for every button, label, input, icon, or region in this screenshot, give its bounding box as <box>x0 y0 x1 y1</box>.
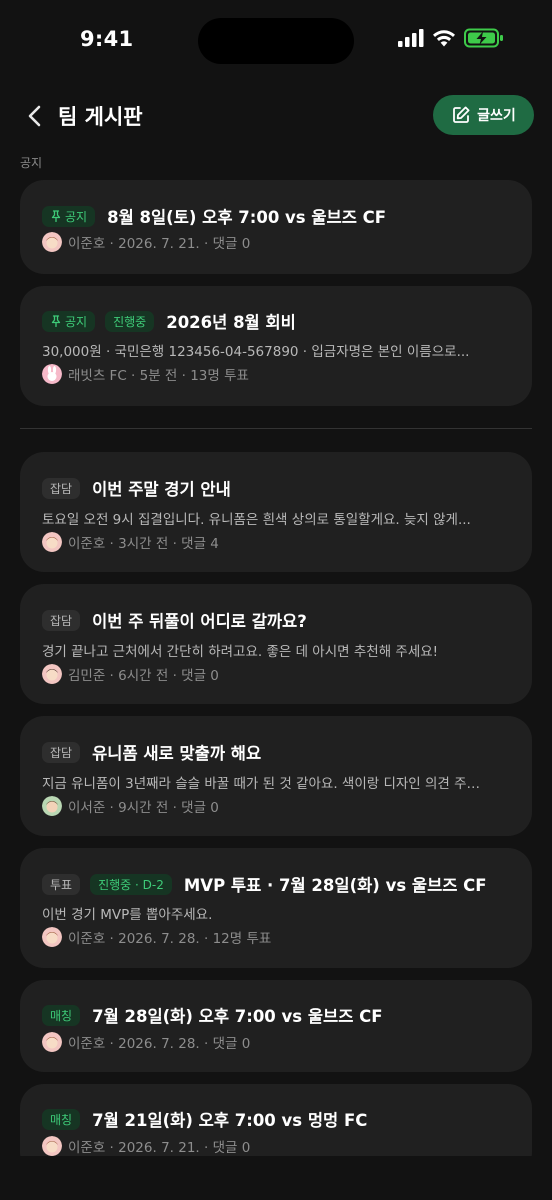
status-badge: 진행중 <box>105 310 155 332</box>
card-snippet: 30,000원 · 국민은행 123456-04-567890 · 입금자명은 … <box>42 344 470 360</box>
signal-icon <box>398 29 424 47</box>
post-card[interactable]: 투표 진행중 · D-2 MVP 투표 · 7월 28일(화) vs 울브즈 C… <box>20 848 532 968</box>
pin-icon <box>51 315 61 327</box>
notice-section-label: 공지 <box>20 156 43 170</box>
avatar-icon <box>42 796 62 816</box>
category-badge: 잡담 <box>42 609 81 631</box>
avatar-icon <box>42 1032 62 1052</box>
category-badge: 매칭 <box>42 1108 81 1130</box>
header: 팀 게시판 글쓰기 <box>0 90 552 142</box>
write-button-label: 글쓰기 <box>477 108 516 124</box>
card-title-row: 잡담 이번 주 뒤풀이 어디로 갈까요? <box>42 608 307 632</box>
section-divider <box>20 428 532 429</box>
notice-card[interactable]: 공지 진행중 2026년 8월 회비 30,000원 · 국민은행 123456… <box>20 286 532 406</box>
notice-card[interactable]: 공지 8월 8일(토) 오후 7:00 vs 울브즈 CF 이준호 · 2026… <box>20 180 532 274</box>
pin-icon <box>51 210 61 222</box>
card-snippet: 토요일 오전 9시 집결입니다. 유니폼은 흰색 상의로 통일할게요. 늦지 않… <box>42 512 471 528</box>
status-icons <box>398 28 504 48</box>
card-title-row: 공지 진행중 2026년 8월 회비 <box>42 309 296 333</box>
card-title-row: 매칭 7월 28일(화) 오후 7:00 vs 울브즈 CF <box>42 1003 383 1027</box>
card-snippet: 이번 경기 MVP를 뽑아주세요. <box>42 907 213 923</box>
category-badge: 잡담 <box>42 477 81 499</box>
back-button[interactable] <box>24 102 48 130</box>
post-card[interactable]: 매칭 7월 28일(화) 오후 7:00 vs 울브즈 CF 이준호 · 202… <box>20 980 532 1072</box>
card-snippet: 경기 끝나고 근처에서 간단히 하려고요. 좋은 데 아시면 추천해 주세요! <box>42 644 439 660</box>
card-title-row: 매칭 7월 21일(화) 오후 7:00 vs 멍멍 FC <box>42 1107 367 1131</box>
card-title-row: 공지 8월 8일(토) 오후 7:00 vs 울브즈 CF <box>42 204 386 228</box>
card-title: 7월 28일(화) 오후 7:00 vs 울브즈 CF <box>92 1007 383 1026</box>
notice-badge: 공지 <box>42 310 96 332</box>
category-badge: 매칭 <box>42 1004 81 1026</box>
card-title: 유니폼 새로 맞출까 해요 <box>92 744 262 763</box>
card-title: 이번 주말 경기 안내 <box>92 480 231 499</box>
card-meta: 래빗츠 FC · 5분 전 · 13명 투표 <box>42 364 249 384</box>
card-title-row: 잡담 유니폼 새로 맞출까 해요 <box>42 740 261 764</box>
card-title-row: 투표 진행중 · D-2 MVP 투표 · 7월 28일(화) vs 울브즈 C… <box>42 872 487 896</box>
card-title-row: 잡담 이번 주말 경기 안내 <box>42 476 231 500</box>
avatar-icon <box>42 1136 62 1156</box>
card-title: 7월 21일(화) 오후 7:00 vs 멍멍 FC <box>92 1111 368 1130</box>
battery-charging-icon <box>464 28 503 48</box>
avatar-icon <box>42 232 62 252</box>
avatar-icon <box>42 927 62 947</box>
status-badge: 진행중 · D-2 <box>90 873 172 895</box>
edit-icon <box>453 106 470 123</box>
card-meta: 이준호 · 2026. 7. 21. · 댓글 0 <box>42 1136 250 1156</box>
page-title: 팀 게시판 <box>58 105 143 129</box>
write-button[interactable]: 글쓰기 <box>433 95 534 135</box>
category-badge: 투표 <box>42 873 81 895</box>
bottom-cutoff <box>0 1156 552 1200</box>
card-meta: 김민준 · 6시간 전 · 댓글 0 <box>42 664 219 684</box>
card-meta: 이서준 · 9시간 전 · 댓글 0 <box>42 796 219 816</box>
status-time: 9:41 <box>80 27 134 51</box>
card-meta: 이준호 · 2026. 7. 28. · 댓글 0 <box>42 1032 250 1052</box>
card-meta: 이준호 · 3시간 전 · 댓글 4 <box>42 532 219 552</box>
post-card[interactable]: 잡담 이번 주말 경기 안내 토요일 오전 9시 집결입니다. 유니폼은 흰색 … <box>20 452 532 572</box>
card-snippet: 지금 유니폼이 3년째라 슬슬 바꿀 때가 된 것 같아요. 색이랑 디자인 의… <box>42 776 481 792</box>
post-card[interactable]: 잡담 이번 주 뒤풀이 어디로 갈까요? 경기 끝나고 근처에서 간단히 하려고… <box>20 584 532 704</box>
rabbit-logo-icon <box>42 364 62 384</box>
card-title: MVP 투표 · 7월 28일(화) vs 울브즈 CF <box>183 876 487 895</box>
card-title: 이번 주 뒤풀이 어디로 갈까요? <box>92 612 307 631</box>
card-meta: 이준호 · 2026. 7. 28. · 12명 투표 <box>42 927 271 947</box>
avatar-icon <box>42 664 62 684</box>
wifi-icon <box>433 30 455 47</box>
card-meta: 이준호 · 2026. 7. 21. · 댓글 0 <box>42 232 250 252</box>
card-title: 2026년 8월 회비 <box>166 313 296 332</box>
avatar-icon <box>42 532 62 552</box>
chevron-left-icon <box>28 105 41 127</box>
status-bar: 9:41 <box>0 0 552 80</box>
card-title: 8월 8일(토) 오후 7:00 vs 울브즈 CF <box>107 208 387 227</box>
category-badge: 잡담 <box>42 741 81 763</box>
notice-badge: 공지 <box>42 205 96 227</box>
dynamic-island <box>198 18 354 64</box>
post-card[interactable]: 잡담 유니폼 새로 맞출까 해요 지금 유니폼이 3년째라 슬슬 바꿀 때가 된… <box>20 716 532 836</box>
